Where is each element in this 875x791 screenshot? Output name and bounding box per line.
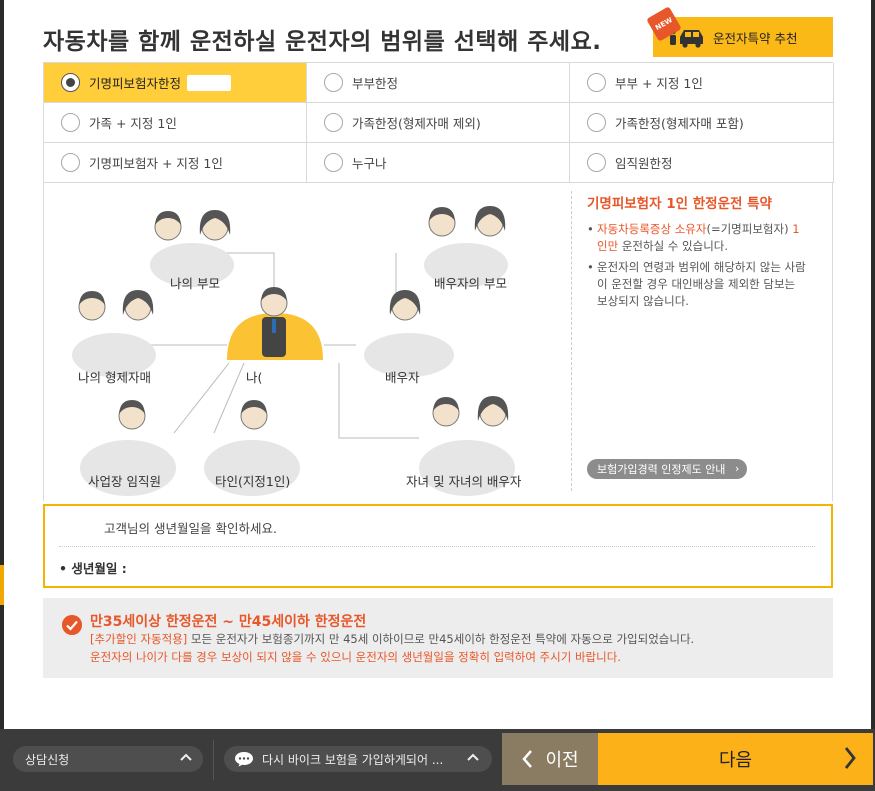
radio-button[interactable] (587, 153, 606, 172)
chat-button[interactable]: 다시 바이크 보험을 가입하게되어 ... (224, 746, 492, 772)
consult-request-button[interactable]: 상담신청 (13, 746, 203, 772)
radio-button[interactable] (61, 153, 80, 172)
option-family-excl-siblings[interactable]: 가족한정(형제자매 제외) (307, 103, 570, 143)
check-circle-icon (62, 615, 82, 635)
divider (59, 546, 815, 547)
age-restriction-notice: 만35세이상 한정운전 ~ 만45세이하 한정운전 [추가할인 자동적용] 모든… (43, 598, 833, 678)
birthdate-prompt: 고객님의 생년월일을 확인하세요. (104, 521, 277, 536)
driver-range-options: 기명피보험자한정 부부한정 부부 + 지정 1인 가족 + 지정 1인 가족한정… (43, 62, 834, 183)
notice-text: [추가할인 자동적용] 모든 운전자가 보험종기까지 만 45세 이하이므로 만… (90, 632, 695, 646)
radio-button[interactable] (61, 73, 80, 92)
radio-button[interactable] (587, 73, 606, 92)
next-button[interactable]: 다음 (598, 733, 873, 785)
option-anyone[interactable]: 누구나 (307, 143, 570, 183)
chevron-left-icon (522, 750, 533, 768)
driver-recommend-button[interactable]: NEW 운전자특약 추천 (646, 6, 833, 57)
label-other: 타인(지정1인) (215, 474, 291, 489)
radio-button[interactable] (324, 73, 343, 92)
option-couple-plus-one[interactable]: 부부 + 지정 1인 (570, 63, 834, 103)
prev-label: 이전 (545, 750, 579, 771)
option-label: 가족한정(형제자매 포함) (615, 116, 744, 131)
label-employee: 사업장 임직원 (88, 474, 161, 489)
option-named-insured-only[interactable]: 기명피보험자한정 (44, 63, 307, 103)
radio-button[interactable] (324, 153, 343, 172)
option-label: 가족한정(형제자매 제외) (352, 116, 481, 131)
guide-label: 보험가입경력 인정제도 안내 (597, 463, 726, 476)
divider (213, 740, 214, 780)
chevron-right-icon (844, 747, 856, 769)
chat-text: 다시 바이크 보험을 가입하게되어 ... (262, 752, 444, 767)
chevron-right-icon: › (735, 462, 740, 475)
option-label: 가족 + 지정 1인 (89, 116, 177, 131)
info-item: 운전자의 연령과 범위에 해당하지 않는 사람이 운전할 경우 대인배상을 제외… (587, 259, 807, 310)
consult-label: 상담신청 (25, 752, 70, 767)
label-my-parents: 나의 부모 (170, 276, 220, 291)
radio-button[interactable] (587, 113, 606, 132)
label-spouse-parents: 배우자의 부모 (434, 276, 507, 291)
option-label: 부부한정 (352, 76, 399, 91)
side-accent (0, 565, 4, 605)
label-spouse: 배우자 (385, 370, 420, 385)
birthdate-label: • 생년월일 : (59, 561, 127, 576)
notice-warning: 운전자의 나이가 다를 경우 보상이 되지 않을 수 있으니 운전자의 생년월일… (90, 650, 621, 664)
next-label: 다음 (718, 750, 753, 771)
option-label: 임직원한정 (615, 156, 673, 171)
option-employees-only[interactable]: 임직원한정 (570, 143, 834, 183)
option-label: 부부 + 지정 1인 (615, 76, 703, 91)
info-title: 기명피보험자 1인 한정운전 특약 (587, 196, 772, 212)
recommend-label: 운전자특약 추천 (713, 30, 798, 46)
label-my-siblings: 나의 형제자매 (78, 370, 151, 385)
prev-button[interactable]: 이전 (502, 733, 598, 785)
chevron-up-icon (467, 753, 479, 761)
option-label: 누구나 (352, 156, 387, 171)
insurance-history-guide-button[interactable]: 보험가입경력 인정제도 안내 › (587, 459, 748, 479)
option-family-incl-siblings[interactable]: 가족한정(형제자매 포함) (570, 103, 834, 143)
radio-button[interactable] (324, 113, 343, 132)
diagram-divider (571, 191, 572, 491)
page-title: 자동차를 함께 운전하실 운전자의 범위를 선택해 주세요. (43, 29, 602, 55)
option-couple-only[interactable]: 부부한정 (307, 63, 570, 103)
option-label: 기명피보험자 + 지정 1인 (89, 156, 223, 171)
chevron-up-icon (180, 753, 192, 761)
chat-bubble-icon (235, 752, 253, 767)
label-me: 나( (246, 370, 263, 385)
info-item: 자동차등록증상 소유자(=기명피보험자) 1인만 운전하실 수 있습니다. (587, 221, 807, 255)
label-children: 자녀 및 자녀의 배우자 (406, 474, 522, 489)
info-list: 자동차등록증상 소유자(=기명피보험자) 1인만 운전하실 수 있습니다. 운전… (587, 221, 807, 314)
notice-title: 만35세이상 한정운전 ~ 만45세이하 한정운전 (90, 614, 367, 630)
relationship-illustration (72, 205, 515, 496)
radio-button[interactable] (61, 113, 80, 132)
driver-range-diagram: 나의 부모 배우자의 부모 나의 형제자매 나( 배우자 사업장 임직원 타인(… (43, 183, 833, 501)
option-family-plus-one[interactable]: 가족 + 지정 1인 (44, 103, 307, 143)
birthdate-box: 고객님의 생년월일을 확인하세요. • 생년월일 : (43, 504, 833, 588)
masked-name (187, 74, 232, 91)
option-named-insured-plus-one[interactable]: 기명피보험자 + 지정 1인 (44, 143, 307, 183)
option-label: 기명피보험자한정 (89, 76, 182, 91)
